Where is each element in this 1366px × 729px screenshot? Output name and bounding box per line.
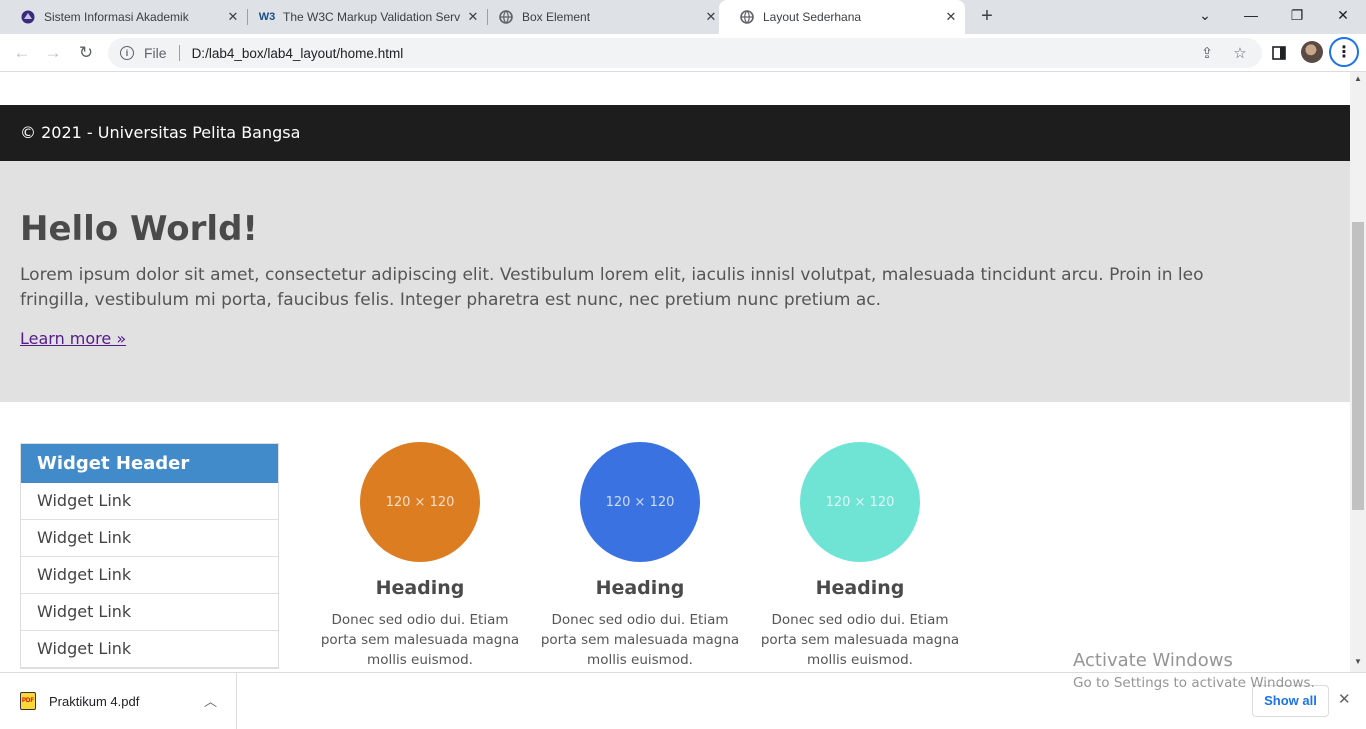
feature-text: Donec sed odio dui. Etiam porta sem male… [540, 612, 740, 668]
w3c-icon: W3 [258, 11, 276, 23]
back-arrow-icon[interactable]: ← [9, 40, 35, 66]
page-footer: © 2021 - Universitas Pelita Bangsa [0, 105, 1350, 161]
feature-heading: Heading [375, 577, 465, 599]
feature-text: Donec sed odio dui. Etiam porta sem male… [320, 612, 520, 668]
placeholder-image: 120 × 120 [580, 442, 700, 562]
close-icon[interactable]: ✕ [703, 9, 719, 25]
widget-link[interactable]: Widget Link [21, 594, 278, 631]
browser-toolbar: ← → ↻ i File D:/lab4_box/lab4_layout/hom… [0, 34, 1366, 72]
minimize-button[interactable]: — [1228, 0, 1274, 30]
feature-column: 120 × 120 Heading Donec sed odio dui. Et… [540, 442, 740, 670]
widget-link[interactable]: Widget Link [21, 557, 278, 594]
scroll-up-arrow-icon[interactable]: ▲ [1350, 72, 1366, 86]
feature-heading: Heading [595, 577, 685, 599]
globe-icon [739, 9, 755, 25]
reload-icon[interactable]: ↻ [73, 40, 99, 66]
scroll-down-arrow-icon[interactable]: ▼ [1350, 655, 1366, 669]
feature-heading: Heading [815, 577, 905, 599]
share-icon[interactable]: ⇪ [1196, 42, 1218, 64]
globe-icon [498, 9, 514, 25]
download-item[interactable]: PDF Praktikum 4.pdf ︿ [0, 673, 237, 729]
tab-box-element[interactable]: Box Element ✕ [478, 0, 725, 34]
tab-title: Layout Sederhana [763, 10, 862, 24]
sidebar-widget: Widget Header Widget Link Widget Link Wi… [20, 443, 279, 669]
chevron-up-icon[interactable]: ︿ [204, 691, 217, 710]
address-bar[interactable]: i File D:/lab4_box/lab4_layout/home.html… [108, 38, 1262, 68]
feature-text: Donec sed odio dui. Etiam porta sem male… [760, 612, 960, 668]
forward-arrow-icon[interactable]: → [40, 40, 66, 66]
feature-column: 120 × 120 Heading Donec sed odio dui. Et… [320, 442, 520, 670]
kebab-menu-icon[interactable]: ⋮ [1329, 37, 1359, 67]
watermark-title: Activate Windows [1073, 650, 1233, 671]
widget-header: Widget Header [21, 444, 278, 483]
hero-section: Hello World! Lorem ipsum dolor sit amet,… [0, 161, 1350, 402]
tab-title: The W3C Markup Validation Serv [283, 10, 461, 24]
widget-link[interactable]: Widget Link [21, 631, 278, 668]
download-filename: Praktikum 4.pdf [49, 693, 140, 709]
vertical-scrollbar[interactable]: ▲ ▼ [1350, 72, 1366, 672]
close-icon[interactable]: ✕ [1338, 690, 1351, 708]
tab-title: Sistem Informasi Akademik [44, 10, 189, 24]
close-window-button[interactable]: ✕ [1320, 0, 1366, 30]
url-text[interactable]: D:/lab4_box/lab4_layout/home.html [192, 46, 404, 61]
info-icon[interactable]: i [120, 46, 134, 60]
restore-button[interactable]: ❐ [1274, 0, 1320, 30]
scrollbar-thumb[interactable] [1352, 222, 1364, 510]
pdf-file-icon: PDF [20, 692, 36, 710]
university-icon [20, 9, 36, 25]
side-panel-icon[interactable] [1267, 41, 1291, 65]
tab-strip: Sistem Informasi Akademik ✕ W3 The W3C M… [0, 0, 1366, 34]
url-scheme: File [144, 45, 167, 61]
placeholder-image: 120 × 120 [360, 442, 480, 562]
close-icon[interactable]: ✕ [943, 9, 959, 25]
page-viewport: © 2021 - Universitas Pelita Bangsa Hello… [0, 72, 1350, 672]
widget-link[interactable]: Widget Link [21, 520, 278, 557]
learn-more-link[interactable]: Learn more » [20, 329, 126, 348]
bookmark-star-icon[interactable]: ☆ [1229, 42, 1251, 64]
tab-search-chevron-down-icon[interactable]: ⌄ [1182, 0, 1228, 30]
tab-layout-sederhana[interactable]: Layout Sederhana ✕ [719, 0, 965, 34]
omnibox-divider [178, 45, 180, 61]
new-tab-button[interactable]: + [975, 5, 999, 29]
tab-sistem-informasi[interactable]: Sistem Informasi Akademik ✕ [0, 0, 247, 34]
feature-column: 120 × 120 Heading Donec sed odio dui. Et… [760, 442, 960, 670]
tab-title: Box Element [522, 10, 591, 24]
profile-avatar[interactable] [1301, 41, 1323, 63]
watermark-subtitle: Go to Settings to activate Windows. [1073, 675, 1315, 691]
hero-title: Hello World! [20, 209, 258, 249]
widget-link[interactable]: Widget Link [21, 483, 278, 520]
activate-windows-watermark: Activate Windows Go to Settings to activ… [1073, 650, 1315, 691]
tab-w3c-validator[interactable]: W3 The W3C Markup Validation Serv ✕ [239, 0, 487, 34]
hero-text: Lorem ipsum dolor sit amet, consectetur … [20, 265, 1204, 310]
placeholder-image: 120 × 120 [800, 442, 920, 562]
